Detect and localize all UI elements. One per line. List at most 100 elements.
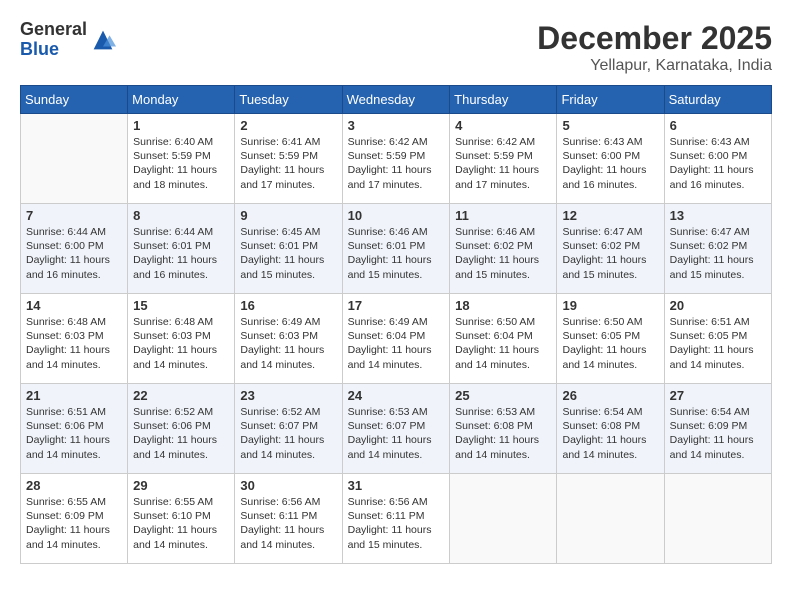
calendar-cell: 29 Sunrise: 6:55 AMSunset: 6:10 PMDayligh… bbox=[128, 474, 235, 564]
cell-info: Sunrise: 6:42 AMSunset: 5:59 PMDaylight:… bbox=[455, 135, 551, 192]
calendar-cell: 25 Sunrise: 6:53 AMSunset: 6:08 PMDayligh… bbox=[450, 384, 557, 474]
calendar-cell: 27 Sunrise: 6:54 AMSunset: 6:09 PMDayligh… bbox=[664, 384, 771, 474]
day-number: 13 bbox=[670, 208, 766, 223]
cell-info: Sunrise: 6:52 AMSunset: 6:07 PMDaylight:… bbox=[240, 405, 336, 462]
cell-info: Sunrise: 6:51 AMSunset: 6:05 PMDaylight:… bbox=[670, 315, 766, 372]
calendar-cell bbox=[21, 114, 128, 204]
day-number: 19 bbox=[562, 298, 658, 313]
cell-info: Sunrise: 6:53 AMSunset: 6:08 PMDaylight:… bbox=[455, 405, 551, 462]
cell-info: Sunrise: 6:44 AMSunset: 6:00 PMDaylight:… bbox=[26, 225, 122, 282]
calendar-cell: 14 Sunrise: 6:48 AMSunset: 6:03 PMDayligh… bbox=[21, 294, 128, 384]
day-number: 21 bbox=[26, 388, 122, 403]
calendar-week-2: 7 Sunrise: 6:44 AMSunset: 6:00 PMDaylight… bbox=[21, 204, 772, 294]
column-header-wednesday: Wednesday bbox=[342, 86, 450, 114]
calendar-cell bbox=[450, 474, 557, 564]
logo-general: General bbox=[20, 20, 87, 40]
calendar-body: 1Sunrise: 6:40 AMSunset: 5:59 PMDaylight… bbox=[21, 114, 772, 564]
day-number: 29 bbox=[133, 478, 229, 493]
cell-info: Sunrise: 6:52 AMSunset: 6:06 PMDaylight:… bbox=[133, 405, 229, 462]
calendar-cell: 12Sunrise: 6:47 AMSunset: 6:02 PMDayligh… bbox=[557, 204, 664, 294]
cell-info: Sunrise: 6:53 AMSunset: 6:07 PMDaylight:… bbox=[348, 405, 445, 462]
day-number: 2 bbox=[240, 118, 336, 133]
day-number: 4 bbox=[455, 118, 551, 133]
day-number: 17 bbox=[348, 298, 445, 313]
cell-info: Sunrise: 6:56 AMSunset: 6:11 PMDaylight:… bbox=[348, 495, 445, 552]
logo-icon bbox=[89, 26, 117, 54]
calendar-header: SundayMondayTuesdayWednesdayThursdayFrid… bbox=[21, 86, 772, 114]
cell-info: Sunrise: 6:54 AMSunset: 6:08 PMDaylight:… bbox=[562, 405, 658, 462]
cell-info: Sunrise: 6:44 AMSunset: 6:01 PMDaylight:… bbox=[133, 225, 229, 282]
cell-info: Sunrise: 6:47 AMSunset: 6:02 PMDaylight:… bbox=[670, 225, 766, 282]
calendar-week-3: 14 Sunrise: 6:48 AMSunset: 6:03 PMDayligh… bbox=[21, 294, 772, 384]
calendar-cell: 19 Sunrise: 6:50 AMSunset: 6:05 PMDayligh… bbox=[557, 294, 664, 384]
calendar-cell: 5 Sunrise: 6:43 AMSunset: 6:00 PMDaylight… bbox=[557, 114, 664, 204]
day-number: 7 bbox=[26, 208, 122, 223]
calendar-cell: 4 Sunrise: 6:42 AMSunset: 5:59 PMDaylight… bbox=[450, 114, 557, 204]
calendar-cell: 21 Sunrise: 6:51 AMSunset: 6:06 PMDayligh… bbox=[21, 384, 128, 474]
column-header-friday: Friday bbox=[557, 86, 664, 114]
day-number: 20 bbox=[670, 298, 766, 313]
day-number: 25 bbox=[455, 388, 551, 403]
day-number: 24 bbox=[348, 388, 445, 403]
day-number: 27 bbox=[670, 388, 766, 403]
calendar-cell: 18 Sunrise: 6:50 AMSunset: 6:04 PMDayligh… bbox=[450, 294, 557, 384]
location: Yellapur, Karnataka, India bbox=[537, 57, 772, 75]
logo: General Blue bbox=[20, 20, 117, 60]
calendar-cell: 2Sunrise: 6:41 AMSunset: 5:59 PMDaylight… bbox=[235, 114, 342, 204]
calendar-cell: 17 Sunrise: 6:49 AMSunset: 6:04 PMDayligh… bbox=[342, 294, 450, 384]
day-number: 10 bbox=[348, 208, 445, 223]
calendar-cell: 1Sunrise: 6:40 AMSunset: 5:59 PMDaylight… bbox=[128, 114, 235, 204]
cell-info: Sunrise: 6:43 AMSunset: 6:00 PMDaylight:… bbox=[562, 135, 658, 192]
cell-info: Sunrise: 6:46 AMSunset: 6:02 PMDaylight:… bbox=[455, 225, 551, 282]
cell-info: Sunrise: 6:55 AMSunset: 6:09 PMDaylight:… bbox=[26, 495, 122, 552]
day-number: 23 bbox=[240, 388, 336, 403]
calendar-cell: 11Sunrise: 6:46 AMSunset: 6:02 PMDayligh… bbox=[450, 204, 557, 294]
calendar-cell: 13 Sunrise: 6:47 AMSunset: 6:02 PMDayligh… bbox=[664, 204, 771, 294]
calendar-cell: 15 Sunrise: 6:48 AMSunset: 6:03 PMDayligh… bbox=[128, 294, 235, 384]
day-number: 5 bbox=[562, 118, 658, 133]
calendar-cell: 8Sunrise: 6:44 AMSunset: 6:01 PMDaylight… bbox=[128, 204, 235, 294]
cell-info: Sunrise: 6:48 AMSunset: 6:03 PMDaylight:… bbox=[26, 315, 122, 372]
cell-info: Sunrise: 6:47 AMSunset: 6:02 PMDaylight:… bbox=[562, 225, 658, 282]
cell-info: Sunrise: 6:55 AMSunset: 6:10 PMDaylight:… bbox=[133, 495, 229, 552]
day-number: 15 bbox=[133, 298, 229, 313]
calendar-cell: 22Sunrise: 6:52 AMSunset: 6:06 PMDayligh… bbox=[128, 384, 235, 474]
calendar-cell bbox=[557, 474, 664, 564]
calendar-week-5: 28 Sunrise: 6:55 AMSunset: 6:09 PMDayligh… bbox=[21, 474, 772, 564]
title-block: December 2025 Yellapur, Karnataka, India bbox=[537, 20, 772, 75]
calendar-cell: 28 Sunrise: 6:55 AMSunset: 6:09 PMDayligh… bbox=[21, 474, 128, 564]
day-number: 26 bbox=[562, 388, 658, 403]
calendar-cell: 7 Sunrise: 6:44 AMSunset: 6:00 PMDaylight… bbox=[21, 204, 128, 294]
cell-info: Sunrise: 6:49 AMSunset: 6:04 PMDaylight:… bbox=[348, 315, 445, 372]
page-header: General Blue December 2025 Yellapur, Kar… bbox=[20, 20, 772, 75]
calendar-cell: 9Sunrise: 6:45 AMSunset: 6:01 PMDaylight… bbox=[235, 204, 342, 294]
cell-info: Sunrise: 6:51 AMSunset: 6:06 PMDaylight:… bbox=[26, 405, 122, 462]
calendar-week-4: 21 Sunrise: 6:51 AMSunset: 6:06 PMDayligh… bbox=[21, 384, 772, 474]
cell-info: Sunrise: 6:49 AMSunset: 6:03 PMDaylight:… bbox=[240, 315, 336, 372]
calendar-cell bbox=[664, 474, 771, 564]
cell-info: Sunrise: 6:46 AMSunset: 6:01 PMDaylight:… bbox=[348, 225, 445, 282]
column-header-thursday: Thursday bbox=[450, 86, 557, 114]
day-number: 1 bbox=[133, 118, 229, 133]
cell-info: Sunrise: 6:43 AMSunset: 6:00 PMDaylight:… bbox=[670, 135, 766, 192]
cell-info: Sunrise: 6:42 AMSunset: 5:59 PMDaylight:… bbox=[348, 135, 445, 192]
calendar-header-row: SundayMondayTuesdayWednesdayThursdayFrid… bbox=[21, 86, 772, 114]
calendar-cell: 26 Sunrise: 6:54 AMSunset: 6:08 PMDayligh… bbox=[557, 384, 664, 474]
day-number: 6 bbox=[670, 118, 766, 133]
logo-blue: Blue bbox=[20, 40, 87, 60]
cell-info: Sunrise: 6:48 AMSunset: 6:03 PMDaylight:… bbox=[133, 315, 229, 372]
day-number: 16 bbox=[240, 298, 336, 313]
column-header-monday: Monday bbox=[128, 86, 235, 114]
day-number: 14 bbox=[26, 298, 122, 313]
calendar-cell: 16 Sunrise: 6:49 AMSunset: 6:03 PMDayligh… bbox=[235, 294, 342, 384]
calendar-cell: 20 Sunrise: 6:51 AMSunset: 6:05 PMDayligh… bbox=[664, 294, 771, 384]
day-number: 28 bbox=[26, 478, 122, 493]
cell-info: Sunrise: 6:54 AMSunset: 6:09 PMDaylight:… bbox=[670, 405, 766, 462]
cell-info: Sunrise: 6:50 AMSunset: 6:05 PMDaylight:… bbox=[562, 315, 658, 372]
calendar-cell: 10 Sunrise: 6:46 AMSunset: 6:01 PMDayligh… bbox=[342, 204, 450, 294]
day-number: 9 bbox=[240, 208, 336, 223]
day-number: 18 bbox=[455, 298, 551, 313]
column-header-saturday: Saturday bbox=[664, 86, 771, 114]
cell-info: Sunrise: 6:50 AMSunset: 6:04 PMDaylight:… bbox=[455, 315, 551, 372]
column-header-tuesday: Tuesday bbox=[235, 86, 342, 114]
